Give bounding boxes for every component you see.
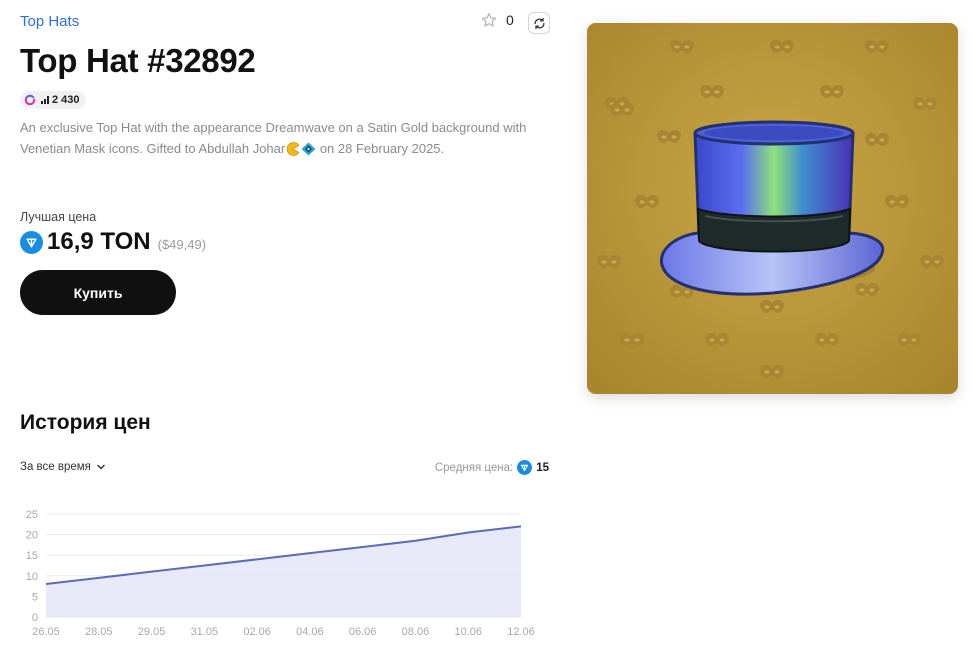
x-tick-label: 29.05 (138, 626, 166, 638)
x-tick-label: 12.06 (507, 626, 535, 638)
collection-link[interactable]: Top Hats (20, 13, 79, 30)
x-tick-label: 04.06 (296, 626, 324, 638)
period-label: За все время (20, 461, 91, 473)
x-tick-label: 10.06 (454, 626, 482, 638)
ton-icon (517, 460, 533, 475)
average-price-value: 15 (536, 461, 549, 474)
ton-icon (20, 230, 43, 254)
x-tick-label: 02.06 (243, 626, 271, 638)
x-tick-label: 06.06 (349, 626, 377, 638)
price-usd: ($49,49) (157, 236, 207, 252)
description-date: on 28 February 2025. (316, 141, 445, 156)
best-price: 16,9 TON ($49,49) (20, 228, 206, 256)
area-fill (46, 526, 521, 617)
y-tick-label: 15 (26, 550, 38, 562)
average-price: Средняя цена: 15 (435, 460, 549, 475)
pacman-emoji-icon (286, 142, 300, 156)
price-history-title: История цен (20, 411, 151, 434)
average-price-label: Средняя цена: (434, 461, 514, 474)
description-text: An exclusive Top Hat with the appearance… (20, 120, 527, 156)
rarity-ring-icon (24, 94, 36, 106)
x-tick-label: 08.06 (402, 626, 430, 638)
y-tick-label: 20 (26, 530, 38, 542)
y-tick-label: 5 (32, 591, 38, 603)
price-history-chart: 0 5 10 15 20 25 26.05 28.05 29.05 31.05 02.06 04.06… (26, 509, 535, 638)
x-tick-label: 31.05 (191, 626, 219, 638)
page-title: Top Hat #32892 (20, 42, 256, 79)
diamond-emoji-icon (301, 142, 316, 156)
nft-image (587, 23, 958, 394)
refresh-button[interactable] (528, 12, 550, 34)
bars-icon (41, 96, 49, 104)
refresh-icon (534, 17, 544, 29)
y-tick-label: 25 (26, 509, 38, 521)
rarity-badge: 2 430 (20, 91, 86, 109)
item-description: An exclusive Top Hat with the appearance… (20, 117, 550, 159)
y-tick-label: 0 (32, 612, 38, 624)
rarity-value: 2 430 (52, 94, 80, 106)
favorite-button[interactable]: 0 (481, 12, 514, 28)
price-value: 16,9 TON (47, 228, 151, 255)
favorites-count: 0 (506, 12, 514, 28)
x-tick-label: 26.05 (32, 626, 60, 638)
buy-button[interactable]: Купить (20, 270, 176, 315)
best-price-label: Лучшая цена (20, 210, 97, 224)
period-dropdown[interactable]: За все время (20, 461, 106, 473)
chevron-down-icon (97, 464, 105, 470)
star-icon (481, 13, 497, 27)
y-tick-label: 10 (26, 571, 38, 583)
x-tick-label: 28.05 (85, 626, 113, 638)
